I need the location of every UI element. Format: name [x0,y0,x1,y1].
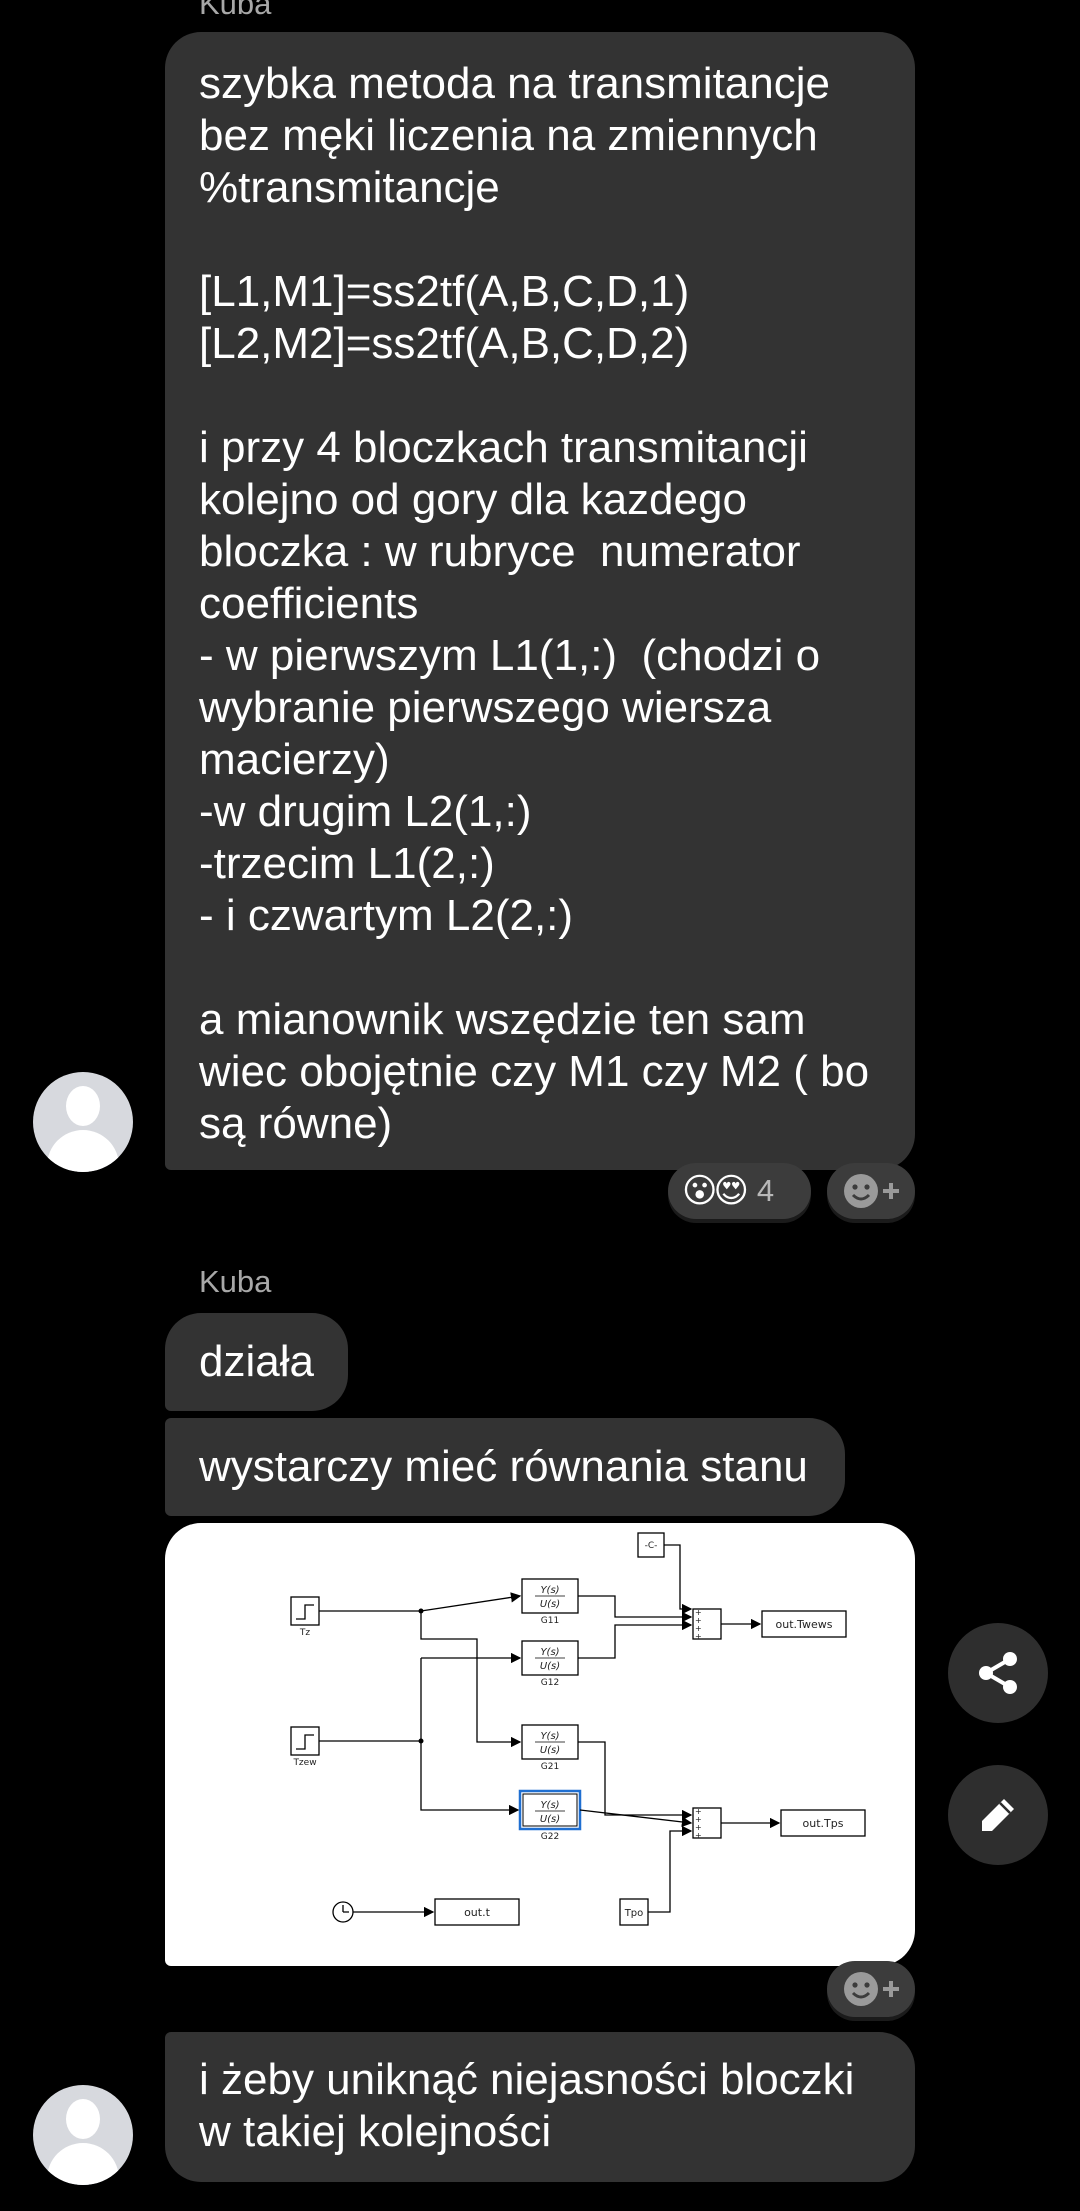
message-bubble[interactable]: wystarczy mieć równania stanu [165,1418,845,1516]
avatar-body [47,2143,119,2185]
emoji-plus-icon [844,1174,899,1208]
avatar-head [66,1086,100,1126]
message-line: wiec obojętnie czy M1 czy M2 ( bo [199,1047,870,1096]
tpo-label: Tpo [624,1908,644,1919]
message-line: w takiej kolejności [199,2107,552,2156]
emoji-plus-icon [844,1972,899,2006]
emoji-surprised-icon: 😮 [682,1172,718,1210]
message-line: bez męki liczenia na zmiennych [199,111,818,160]
avatar[interactable] [33,1072,133,1172]
simulink-diagram: ++++ ++++ Y(s) U(s) Y(s) U(s) Y(s) U(s) … [290,1532,866,1926]
reaction-pill[interactable]: 😮 😍 4 [668,1163,811,1219]
add-reaction-button[interactable] [827,1163,915,1219]
message-line [199,942,881,994]
tf-denominator: U(s) [540,1661,560,1672]
message-text: działa [199,1337,314,1386]
message-bubble-long[interactable]: szybka metoda na transmitancje bez męki … [165,32,915,1170]
tf-numerator: Y(s) [540,1585,559,1596]
edit-button[interactable] [948,1765,1048,1865]
sender-name: Kuba [199,0,272,21]
sender-name: Kuba [199,1264,272,1299]
block-label-g11: G11 [541,1616,559,1626]
tf-denominator: U(s) [540,1745,560,1756]
reaction-count: 4 [756,1173,775,1208]
avatar[interactable] [33,2085,133,2185]
message-line: kolejno od gory dla kazdego [199,475,747,524]
pencil-icon [982,1799,1014,1831]
add-reaction-button[interactable] [827,1961,915,2017]
tf-numerator: Y(s) [540,1800,559,1811]
step-label-tzew: Tzew [292,1758,316,1768]
svg-text:+: + [695,1831,702,1840]
message-line [199,370,881,422]
tf-denominator: U(s) [540,1814,560,1825]
message-bubble[interactable]: działa [165,1313,348,1411]
message-line [199,214,881,266]
message-line: [L1,M1]=ss2tf(A,B,C,D,1) [199,267,690,316]
message-line: %transmitancje [199,163,500,212]
message-line: i przy 4 bloczkach transmitancji [199,423,808,472]
message-line: wybranie pierwszego wiersza [199,683,772,732]
message-bubble[interactable]: i żeby uniknąć niejasności bloczki w tak… [165,2032,915,2182]
message-line: - w pierwszym L1(1,:) (chodzi o [199,631,821,680]
message-line: są równe) [199,1099,393,1148]
out-label-t: out.t [464,1906,491,1919]
share-icon [979,1652,1017,1694]
avatar-body [47,1130,119,1172]
svg-text:+: + [695,1632,702,1641]
message-line: szybka metoda na transmitancje [199,59,830,108]
const-label: -C- [645,1541,658,1551]
message-line: -trzecim L1(2,:) [199,839,495,888]
message-line: - i czwartym L2(2,:) [199,891,574,940]
message-text: wystarczy mieć równania stanu [199,1442,808,1491]
avatar-head [66,2099,100,2139]
tf-numerator: Y(s) [540,1731,559,1742]
tf-denominator: U(s) [540,1599,560,1610]
message-line: coefficients [199,579,419,628]
block-label-g12: G12 [541,1678,559,1688]
message-line: a mianownik wszędzie ten sam [199,995,806,1044]
message-line: i żeby uniknąć niejasności bloczki [199,2055,855,2104]
tf-numerator: Y(s) [540,1647,559,1658]
share-button[interactable] [948,1623,1048,1723]
message-line: [L2,M2]=ss2tf(A,B,C,D,2) [199,319,690,368]
message-line: macierzy) [199,735,390,784]
message-line: bloczka : w rubryce numerator [199,527,801,576]
block-label-g22: G22 [541,1832,559,1842]
out-label-tps: out.Tps [803,1817,844,1830]
step-label-tz: Tz [299,1628,310,1638]
emoji-heart-eyes-icon: 😍 [713,1172,749,1210]
out-label-twews: out.Twews [776,1618,833,1631]
image-attachment[interactable]: + + + + + + + + Y(s) U(s) Y(s) U(s) Y(s) U(s) … [165,1523,915,1966]
message-line: -w drugim L2(1,:) [199,787,532,836]
block-label-g21: G21 [541,1762,559,1772]
